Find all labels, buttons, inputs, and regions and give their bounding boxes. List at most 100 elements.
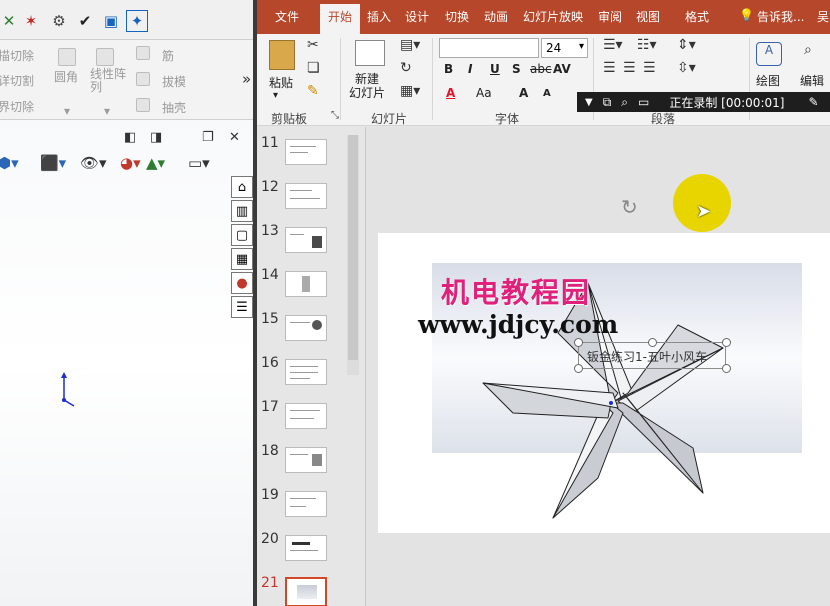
font-size-dropdown-icon[interactable]: ▾ (579, 41, 584, 52)
slide-thumbnail[interactable] (285, 491, 327, 517)
bullets-icon[interactable]: ☰▾ (603, 37, 623, 53)
scrollbar-thumb[interactable] (348, 135, 358, 360)
rec-window-icon[interactable]: ▭ (638, 95, 649, 109)
slide-thumbnail[interactable] (285, 271, 327, 297)
user-initial[interactable]: 吴 (817, 8, 829, 25)
slide-thumbnail[interactable] (285, 535, 327, 561)
format-painter-icon[interactable]: ✎ (307, 83, 319, 99)
view-orientation-icon[interactable]: ⬢▾ (0, 154, 19, 172)
tab-slideshow[interactable]: 幻灯片放映 (523, 8, 583, 25)
evaluate-icon[interactable]: ▣ (100, 10, 122, 32)
new-slide-icon[interactable] (355, 40, 385, 66)
parts-icon[interactable]: ▥ (231, 200, 253, 222)
slide-thumbnail-selected[interactable] (285, 577, 327, 606)
draft-icon[interactable] (136, 72, 150, 86)
boundary-cut-label[interactable]: 界切除 (0, 98, 34, 115)
rec-zoom-icon[interactable]: ⌕ (621, 95, 628, 110)
underline-button[interactable]: U (490, 62, 500, 76)
lightbulb-icon[interactable]: 💡 (739, 8, 754, 22)
slide-thumbnail[interactable] (285, 403, 327, 429)
resize-handle[interactable] (574, 338, 583, 347)
strikethrough-button[interactable]: abc (530, 62, 552, 76)
properties-icon[interactable]: ☰ (231, 296, 253, 318)
fillet-dropdown-icon[interactable]: ▾ (64, 104, 70, 118)
swept-cut-label[interactable]: 描切除 (0, 47, 34, 64)
decrease-font-button[interactable]: A (543, 88, 551, 99)
edit-appearance-icon[interactable]: ◕▾ (120, 154, 141, 172)
lofted-cut-label[interactable]: 详切割 (0, 72, 34, 89)
resize-handle[interactable] (722, 338, 731, 347)
slide-thumbnail[interactable] (285, 183, 327, 209)
panel-restore-icon[interactable]: ❐ (202, 130, 214, 145)
align-right-icon[interactable]: ☰ (643, 60, 656, 76)
relations-icon[interactable]: ⚙ (48, 10, 70, 32)
color-icon[interactable]: ● (231, 272, 253, 294)
linear-pattern-icon[interactable] (96, 48, 114, 66)
tab-view[interactable]: 视图 (636, 8, 660, 25)
resize-handle[interactable] (722, 364, 731, 373)
italic-button[interactable]: I (468, 62, 472, 76)
display-style-icon[interactable]: ⬛▾ (40, 154, 66, 172)
rib-icon[interactable] (136, 46, 150, 60)
align-left-icon[interactable]: ☰ (603, 60, 616, 76)
tab-review[interactable]: 审阅 (598, 8, 622, 25)
search-icon[interactable]: ⌕ (804, 42, 812, 58)
char-spacing-button[interactable]: AV (553, 62, 571, 76)
hide-show-icon[interactable]: 👁▾ (80, 154, 107, 172)
panel-close-icon[interactable]: ✕ (229, 130, 240, 145)
folder-icon[interactable]: ▢ (231, 224, 253, 246)
fillet-label[interactable]: 圆角 (54, 68, 78, 85)
font-name-input[interactable] (439, 38, 539, 58)
thumbnail-scrollbar[interactable] (347, 135, 359, 375)
numbering-icon[interactable]: ☷▾ (637, 37, 657, 53)
shadow-button[interactable]: S (512, 62, 521, 76)
new-slide-button[interactable]: 新建 幻灯片 (349, 72, 385, 100)
text-direction-icon[interactable]: ⇳▾ (677, 60, 696, 76)
cut-icon[interactable]: ✂ (307, 37, 319, 53)
bold-button[interactable]: B (444, 62, 453, 76)
drawing-button[interactable]: 绘图 (756, 72, 780, 89)
sketch-icon[interactable]: ✕ (0, 10, 20, 32)
view-settings-icon[interactable]: ▭▾ (188, 154, 210, 172)
resize-handle[interactable] (648, 338, 657, 347)
reset-icon[interactable]: ↻ (400, 60, 412, 76)
slide-thumbnail[interactable] (285, 315, 327, 341)
slide-thumbnail[interactable] (285, 227, 327, 253)
align-center-icon[interactable]: ☰ (623, 60, 636, 76)
tab-animations[interactable]: 动画 (484, 8, 508, 25)
tab-transitions[interactable]: 切换 (445, 8, 469, 25)
tab-file[interactable]: 文件 (275, 8, 299, 25)
tell-me-search[interactable]: 告诉我... (757, 8, 804, 25)
paste-button[interactable]: 粘贴 (269, 74, 293, 91)
font-color-button[interactable]: A (446, 86, 455, 100)
tab-format[interactable]: 格式 (685, 8, 709, 25)
section-icon[interactable]: ▦▾ (400, 83, 420, 99)
layout-icon[interactable]: ▤▾ (400, 37, 420, 53)
appearance-icon[interactable]: ▦ (231, 248, 253, 270)
increase-font-button[interactable]: A (519, 86, 528, 100)
drawing-icon[interactable]: A (756, 42, 782, 66)
options-icon[interactable]: ✦ (126, 10, 148, 32)
resize-handle[interactable] (574, 364, 583, 373)
rec-pen-icon[interactable]: ✎ (808, 95, 818, 109)
draft-label[interactable]: 拔模 (162, 73, 186, 90)
rotate-handle-icon[interactable]: ↻ (621, 195, 638, 219)
tab-insert[interactable]: 插入 (367, 8, 391, 25)
copy-icon[interactable]: ❏ (307, 60, 320, 76)
line-spacing-icon[interactable]: ⇕▾ (677, 37, 696, 53)
pattern-dropdown-icon[interactable]: ▾ (104, 104, 110, 118)
smart-dimension-icon[interactable]: ✶ (20, 10, 42, 32)
tab-design[interactable]: 设计 (405, 8, 429, 25)
font-size-input[interactable]: 24 ▾ (541, 38, 588, 58)
ribbon-more-chevron[interactable]: » (242, 70, 251, 88)
panel-dock-right-icon[interactable]: ◨ (150, 130, 162, 145)
tab-home[interactable]: 开始 (320, 4, 360, 34)
fillet-icon[interactable] (58, 48, 76, 66)
scene-icon[interactable]: ▲▾ (146, 154, 165, 172)
slide-thumbnail[interactable] (285, 139, 327, 165)
linear-pattern-label[interactable]: 线性阵列 (90, 68, 134, 94)
shell-label[interactable]: 抽壳 (162, 99, 186, 116)
paste-icon[interactable] (269, 40, 295, 70)
shell-icon[interactable] (136, 98, 150, 112)
change-case-button[interactable]: Aa (476, 86, 492, 100)
